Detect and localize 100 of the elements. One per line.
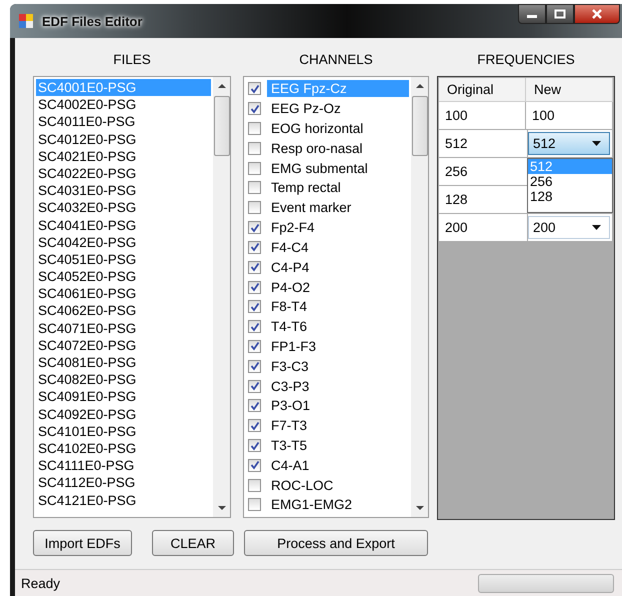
channel-item[interactable]: P3-O1 (267, 397, 409, 414)
frequency-dropdown[interactable]: 512 (528, 132, 610, 155)
file-item[interactable]: SC4022E0-PSG (36, 164, 211, 182)
file-item[interactable]: SC4092E0-PSG (36, 406, 211, 423)
column-header[interactable]: Original (439, 78, 526, 102)
checkbox[interactable] (248, 240, 261, 254)
up-arrow-icon[interactable] (218, 83, 226, 88)
checkbox[interactable] (248, 439, 261, 452)
checkbox[interactable] (248, 201, 261, 214)
close-button[interactable] (574, 4, 620, 24)
up-arrow-icon[interactable] (416, 83, 424, 88)
file-item[interactable]: SC4071E0-PSG (36, 320, 211, 337)
channel-item[interactable]: F3-C3 (267, 358, 409, 375)
channel-item[interactable]: EOG horizontal (267, 120, 409, 138)
channel-item[interactable]: F4-C4 (267, 238, 409, 256)
file-item[interactable]: SC4081E0-PSG (36, 354, 211, 372)
file-item[interactable]: SC4101E0-PSG (36, 422, 211, 440)
checkbox[interactable] (248, 260, 261, 274)
action-button[interactable]: Process and Export (244, 530, 428, 556)
column-heading: FREQUENCIES (477, 52, 575, 67)
caret-icon[interactable] (592, 225, 601, 230)
file-item[interactable]: SC4121E0-PSG (36, 492, 211, 509)
file-item[interactable]: SC4021E0-PSG (36, 148, 211, 165)
channel-item[interactable]: F8-T4 (267, 298, 409, 316)
file-item[interactable]: SC4002E0-PSG (36, 96, 211, 114)
checkbox[interactable] (248, 498, 261, 512)
file-item[interactable]: SC4061E0-PSG (36, 285, 211, 302)
file-item[interactable]: SC4091E0-PSG (36, 388, 211, 406)
checkbox[interactable] (248, 221, 261, 234)
caret-icon[interactable] (592, 141, 601, 146)
action-button[interactable]: CLEAR (152, 530, 234, 556)
channel-item[interactable]: C4-P4 (267, 258, 409, 276)
checkbox[interactable] (248, 102, 261, 116)
column-heading: CHANNELS (299, 52, 373, 67)
file-item[interactable]: SC4032E0-PSG (36, 199, 211, 216)
checkbox[interactable] (248, 360, 261, 373)
window-title: EDF Files Editor (42, 14, 142, 28)
file-item[interactable]: SC4041E0-PSG (36, 216, 211, 234)
file-item[interactable]: SC4111E0-PSG (36, 457, 211, 474)
checkbox[interactable] (248, 300, 261, 314)
file-item[interactable]: SC4102E0-PSG (36, 440, 211, 458)
frequency-dropdown[interactable]: 200 (528, 216, 610, 239)
channel-item[interactable]: EMG1-EMG2 (267, 496, 409, 514)
channel-item[interactable]: P4-O2 (267, 278, 409, 296)
channel-item[interactable]: EEG Pz-Oz (267, 100, 409, 118)
channel-item[interactable]: F7-T3 (267, 417, 409, 434)
maximize-icon (554, 9, 566, 19)
file-item[interactable]: SC4012E0-PSG (36, 130, 211, 148)
down-arrow-icon[interactable] (218, 506, 226, 511)
channel-item[interactable]: T4-T6 (267, 318, 409, 336)
column-heading: FILES (113, 52, 151, 67)
channel-item[interactable]: FP1-F3 (267, 338, 409, 355)
channel-item[interactable]: Temp rectal (267, 179, 409, 196)
scrollbar-thumb[interactable] (214, 96, 230, 156)
channel-item[interactable]: Resp oro-nasal (267, 140, 409, 157)
scrollbar[interactable] (213, 77, 230, 517)
dropdown-option[interactable]: 128 (528, 189, 612, 204)
down-arrow-icon[interactable] (416, 506, 424, 511)
checkbox[interactable] (248, 478, 261, 492)
checkbox[interactable] (248, 122, 261, 136)
file-item[interactable]: SC4011E0-PSG (36, 113, 211, 131)
channel-item[interactable]: EMG submental (267, 160, 409, 177)
file-item[interactable]: SC4042E0-PSG (36, 234, 211, 251)
file-item[interactable]: SC4052E0-PSG (36, 268, 211, 286)
checkbox[interactable] (248, 458, 261, 472)
minimize-button[interactable] (518, 4, 546, 24)
checkbox[interactable] (248, 340, 261, 353)
channel-item[interactable]: Fp2-F4 (267, 219, 409, 236)
maximize-button[interactable] (546, 4, 574, 24)
checkbox[interactable] (248, 162, 261, 175)
channel-item[interactable]: Event marker (267, 199, 409, 216)
table-cell: 200 (439, 214, 528, 242)
column-header[interactable]: New (526, 78, 613, 102)
file-item[interactable]: SC4072E0-PSG (36, 336, 211, 354)
scrollbar-thumb[interactable] (412, 96, 428, 156)
checkbox[interactable] (248, 82, 261, 96)
file-item[interactable]: SC4082E0-PSG (36, 371, 211, 388)
close-icon (591, 9, 603, 19)
checkbox[interactable] (248, 181, 261, 194)
checkbox[interactable] (248, 280, 261, 294)
channel-item[interactable]: C3-P3 (267, 378, 409, 395)
status-text: Ready (21, 576, 60, 590)
table-cell[interactable]: 100 (526, 102, 613, 130)
checkbox[interactable] (248, 380, 261, 393)
checkbox[interactable] (248, 320, 261, 334)
file-item[interactable]: SC4031E0-PSG (36, 182, 211, 200)
checkbox[interactable] (248, 419, 261, 432)
file-item[interactable]: SC4062E0-PSG (36, 302, 211, 320)
channel-item[interactable]: ROC-LOC (267, 476, 409, 494)
file-item[interactable]: SC4112E0-PSG (36, 474, 211, 492)
file-item[interactable]: SC4051E0-PSG (36, 250, 211, 268)
checkbox[interactable] (248, 142, 261, 155)
channel-item[interactable]: T3-T5 (267, 437, 409, 454)
scrollbar[interactable] (411, 77, 428, 517)
channel-item[interactable]: C4-A1 (267, 456, 409, 474)
checkbox[interactable] (248, 399, 261, 412)
action-button[interactable]: Import EDFs (33, 530, 132, 556)
dropdown-option[interactable]: 256 (528, 174, 612, 189)
table-cell: 128 (439, 186, 528, 214)
table-cell: 512 (439, 130, 528, 158)
